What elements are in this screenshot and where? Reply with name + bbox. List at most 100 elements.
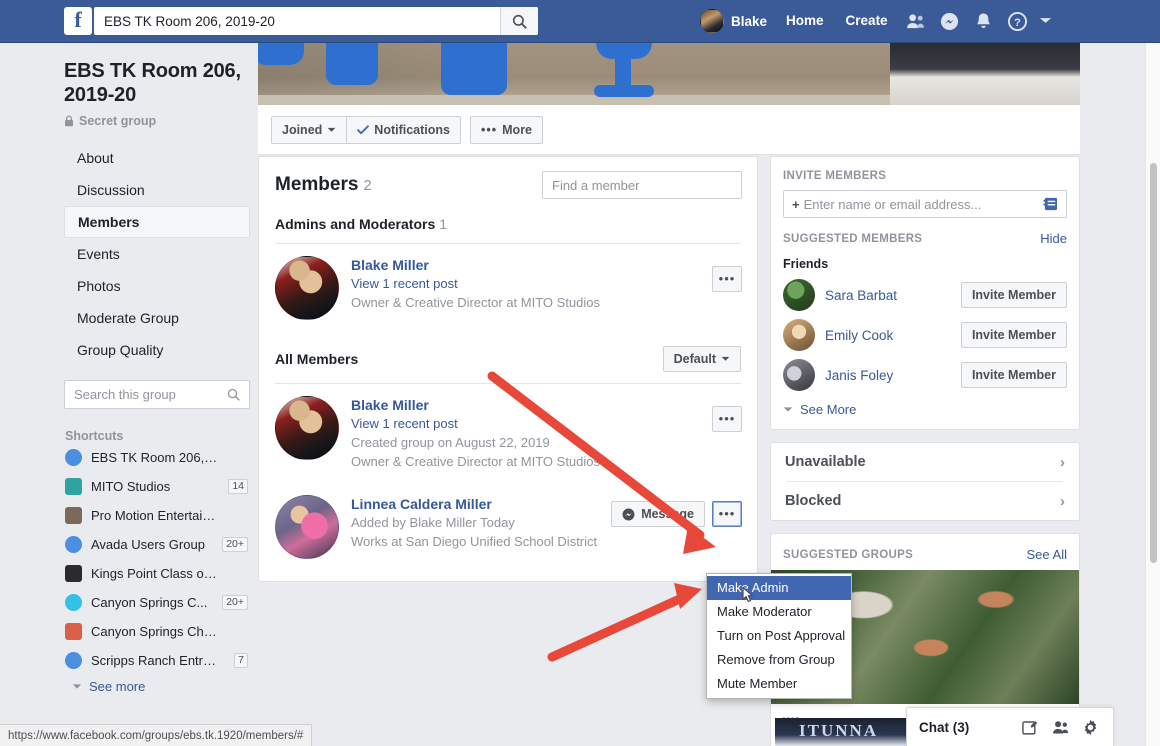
notifications-button[interactable]: Notifications — [346, 116, 461, 144]
suggested-member-name[interactable]: Janis Foley — [825, 368, 951, 383]
search-icon — [227, 388, 240, 401]
cover-stool — [594, 85, 654, 97]
status-bar-url: https://www.facebook.com/groups/ebs.tk.1… — [8, 730, 303, 742]
chevron-right-icon: › — [1060, 454, 1065, 471]
nav-profile-link[interactable]: Blake — [692, 9, 775, 33]
shortcut-item[interactable]: Pro Motion Entertainm... — [64, 501, 254, 530]
member-info: Blake Miller View 1 recent post Created … — [351, 396, 600, 471]
group-cover-photo[interactable] — [258, 43, 1080, 105]
chat-bar[interactable]: Chat (3) — [906, 707, 1114, 746]
cover-stool — [615, 57, 631, 87]
shortcut-item[interactable]: Canyon Springs C... 20+ — [64, 588, 254, 617]
shortcut-item[interactable]: Avada Users Group 20+ — [64, 530, 254, 559]
member-info: Linnea Caldera Miller Added by Blake Mil… — [351, 495, 597, 551]
page-scrollbar[interactable] — [1145, 43, 1160, 746]
menu-item-remove-from-group[interactable]: Remove from Group — [707, 648, 851, 672]
check-icon — [357, 125, 369, 135]
page-icon — [65, 594, 82, 611]
messenger-button[interactable] — [933, 6, 967, 36]
notifications-button[interactable] — [967, 6, 1001, 36]
sort-dropdown-button[interactable]: Default — [663, 346, 741, 372]
unavailable-filter-row[interactable]: Unavailable › — [771, 443, 1079, 481]
search-submit-button[interactable] — [500, 7, 538, 35]
sidebar-item-discussion[interactable]: Discussion — [64, 174, 250, 206]
suggested-member-name[interactable]: Emily Cook — [825, 328, 951, 343]
sidebar-item-about[interactable]: About — [64, 142, 250, 174]
sidebar-item-group-quality[interactable]: Group Quality — [64, 334, 250, 366]
joined-button[interactable]: Joined — [271, 116, 346, 144]
friend-requests-button[interactable] — [899, 6, 933, 36]
help-button[interactable]: ? — [1001, 6, 1035, 36]
hide-suggestions-link[interactable]: Hide — [1040, 231, 1067, 246]
shortcuts-see-more-link[interactable]: See more — [64, 679, 258, 694]
table-row: Blake Miller View 1 recent post Owner & … — [259, 244, 757, 332]
shortcut-item[interactable]: Scripps Ranch Entre... 7 — [64, 646, 254, 675]
global-search-input[interactable] — [94, 8, 504, 34]
friends-label: Friends — [771, 254, 1079, 275]
blocked-filter-row[interactable]: Blocked › — [771, 482, 1079, 520]
scrollbar-thumb[interactable] — [1150, 163, 1157, 563]
chevron-down-icon — [783, 406, 793, 413]
menu-item-make-admin[interactable]: Make Admin — [707, 576, 851, 600]
find-member-input[interactable]: Find a member — [542, 171, 742, 199]
left-sidebar: EBS TK Room 206, 2019-20 Secret group Ab… — [0, 43, 258, 746]
facebook-logo-icon[interactable]: f — [64, 7, 92, 35]
shortcut-item[interactable]: Canyon Springs Churc... — [64, 617, 254, 646]
member-options-button[interactable]: ••• — [712, 501, 742, 527]
member-name-link[interactable]: Blake Miller — [351, 396, 600, 414]
browser-status-bar: https://www.facebook.com/groups/ebs.tk.1… — [0, 724, 312, 746]
sidebar-item-moderate-group[interactable]: Moderate Group — [64, 302, 250, 334]
sidebar-item-members[interactable]: Members — [64, 206, 250, 238]
group-search-input[interactable]: Search this group — [64, 380, 250, 409]
more-label: More — [502, 123, 532, 137]
avatar[interactable] — [783, 359, 815, 391]
shortcut-item[interactable]: EBS TK Room 206, 201... — [64, 443, 254, 472]
new-message-button[interactable] — [1019, 719, 1041, 735]
top-navigation-bar: f Blake Home Create — [0, 0, 1160, 43]
invite-input[interactable]: +Enter name or email address... — [783, 190, 1067, 218]
suggestions-see-more-link[interactable]: See More — [771, 395, 1079, 429]
avatar[interactable] — [275, 256, 339, 320]
table-row: Blake Miller View 1 recent post Created … — [259, 384, 757, 483]
see-all-link[interactable]: See All — [1027, 547, 1067, 562]
chat-settings-button[interactable] — [1079, 719, 1101, 736]
row-actions: ••• — [712, 406, 742, 432]
nav-home-link[interactable]: Home — [775, 12, 835, 30]
invite-member-button[interactable]: Invite Member — [961, 322, 1067, 348]
menu-item-turn-on-post-approval[interactable]: Turn on Post Approval — [707, 624, 851, 648]
shortcut-item[interactable]: Kings Point Class of 19... — [64, 559, 254, 588]
sort-label: Default — [674, 352, 716, 366]
member-options-button[interactable]: ••• — [712, 266, 742, 292]
suggested-groups-title: SUGGESTED GROUPS — [783, 549, 913, 561]
global-search-box[interactable] — [94, 7, 538, 35]
contacts-icon[interactable] — [1043, 197, 1058, 211]
menu-item-mute-member[interactable]: Mute Member — [707, 672, 851, 696]
nav-create-link[interactable]: Create — [835, 12, 899, 30]
membership-button-group: Joined Notifications — [271, 116, 461, 144]
member-name-link[interactable]: Blake Miller — [351, 256, 600, 274]
suggested-member-name[interactable]: Sara Barbat — [825, 288, 951, 303]
member-recent-post-link[interactable]: View 1 recent post — [351, 414, 600, 433]
suggested-members-title: SUGGESTED MEMBERS — [783, 233, 922, 245]
member-name-link[interactable]: Linnea Caldera Miller — [351, 495, 597, 513]
avatar[interactable] — [275, 396, 339, 460]
notifications-label: Notifications — [374, 123, 450, 137]
member-options-button[interactable]: ••• — [712, 406, 742, 432]
table-row: Linnea Caldera Miller Added by Blake Mil… — [259, 483, 757, 581]
message-button[interactable]: Message — [611, 501, 705, 527]
shortcut-item[interactable]: MITO Studios 14 — [64, 472, 254, 501]
chat-friends-button[interactable] — [1049, 720, 1071, 735]
avatar[interactable] — [783, 319, 815, 351]
sidebar-item-events[interactable]: Events — [64, 238, 250, 270]
avatar[interactable] — [275, 495, 339, 559]
menu-item-make-moderator[interactable]: Make Moderator — [707, 600, 851, 624]
sidebar-item-photos[interactable]: Photos — [64, 270, 250, 302]
more-button[interactable]: ••• More — [470, 116, 543, 144]
avatar[interactable] — [783, 279, 815, 311]
member-recent-post-link[interactable]: View 1 recent post — [351, 274, 600, 293]
facebook-group-members-page: f Blake Home Create — [0, 0, 1160, 746]
find-member-placeholder: Find a member — [552, 178, 639, 193]
account-menu-button[interactable] — [1035, 12, 1060, 30]
invite-member-button[interactable]: Invite Member — [961, 362, 1067, 388]
invite-member-button[interactable]: Invite Member — [961, 282, 1067, 308]
